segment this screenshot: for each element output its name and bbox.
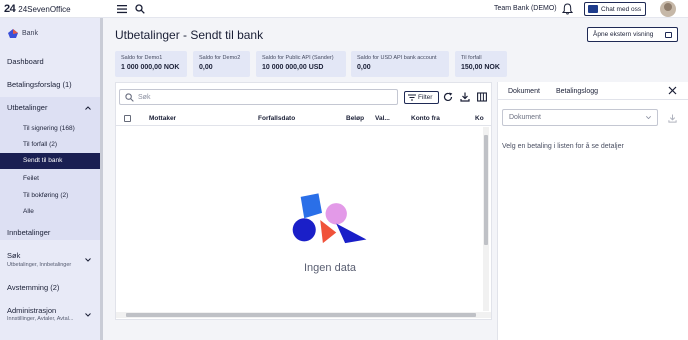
sidebar-caption-administrasjon: Innstillinger, Avtaler, Avtal... [7, 316, 74, 322]
team-name[interactable]: Team Bank (DEMO) [494, 5, 557, 12]
document-select[interactable]: Dokument [502, 109, 658, 126]
sidebar-title-label: Bank [22, 30, 38, 37]
hamburger-menu-icon[interactable] [117, 4, 127, 14]
chevron-down-icon [646, 116, 651, 119]
sidebar-item-betalingsforslag[interactable]: Betalingsforslag (1) [0, 80, 100, 89]
open-external-view-button[interactable]: Åpne ekstern visning [587, 27, 678, 42]
balance-card-value: 150,00 NOK [461, 64, 500, 71]
chevron-up-icon[interactable] [85, 106, 91, 110]
filter-icon [408, 94, 416, 101]
top-bar: 24 24SevenOffice Team Bank (DEMO) Chat m… [0, 0, 688, 18]
balance-card: Til forfall 150,00 NOK [455, 51, 507, 77]
balance-card-label: Saldo for Demo2 [199, 55, 241, 61]
select-all-checkbox[interactable] [124, 115, 131, 122]
sidebar-subitem-til-forfall[interactable]: Til forfall (2) [0, 141, 100, 148]
balance-card-value: 1 000 000,00 NOK [121, 64, 180, 71]
bell-icon[interactable] [562, 3, 573, 15]
balance-card: Saldo for USD API bank account 0,00 [351, 51, 449, 77]
download-icon[interactable] [668, 114, 677, 123]
sidebar-item-label: Utbetalinger [7, 103, 48, 112]
refresh-icon[interactable] [443, 92, 453, 102]
sidebar: Bank Dashboard Betalingsforslag (1) Utbe… [0, 18, 103, 340]
table-header: Mottaker Forfallsdato Beløp Val... Konto… [116, 111, 491, 126]
search-icon[interactable] [135, 4, 145, 14]
column-header-valuta[interactable]: Val... [375, 115, 390, 122]
tab-divider [498, 99, 688, 100]
logo-mark: 24 [4, 3, 16, 15]
search-placeholder: Søk [138, 93, 151, 101]
empty-state-illustration [292, 193, 367, 244]
balance-card: Saldo for Demo1 1 000 000,00 NOK [115, 51, 187, 77]
detail-hint: Velg en betaling i listen for å se detal… [502, 143, 624, 150]
chat-label: Chat med oss [601, 5, 642, 13]
empty-state-text: Ingen data [304, 262, 356, 274]
horizontal-scrollbar[interactable] [116, 312, 491, 318]
search-icon [125, 92, 134, 102]
external-window-icon [665, 31, 672, 38]
close-icon[interactable] [668, 86, 677, 95]
balance-card-label: Saldo for Demo1 [121, 55, 163, 61]
column-header-forfallsdato[interactable]: Forfallsdato [258, 115, 295, 122]
column-header-belop[interactable]: Beløp [346, 115, 364, 122]
sidebar-item-innbetalinger[interactable]: Innbetalinger [0, 228, 100, 237]
scrollbar-thumb[interactable] [126, 313, 476, 317]
sidebar-subitem-alle[interactable]: Alle [0, 208, 100, 215]
filter-label: Filter [418, 94, 433, 101]
balance-card: Saldo for Public API (Sander) 10 000 000… [256, 51, 346, 77]
column-header-konto-fra[interactable]: Konto fra [411, 115, 440, 122]
sidebar-subitem-feilet[interactable]: Feilet [0, 175, 100, 182]
sidebar-item-avstemming[interactable]: Avstemming (2) [0, 283, 100, 292]
chevron-down-icon[interactable] [85, 258, 91, 262]
balance-card: Saldo for Demo2 0,00 [193, 51, 250, 77]
balance-card-label: Saldo for USD API bank account [357, 55, 437, 61]
sidebar-item-dashboard[interactable]: Dashboard [0, 57, 100, 66]
search-input[interactable]: Søk [119, 89, 398, 105]
open-external-label: Åpne ekstern visning [593, 31, 654, 38]
scrollbar-thumb[interactable] [484, 135, 488, 245]
sidebar-title[interactable]: Bank [8, 29, 38, 38]
avatar[interactable] [660, 1, 676, 17]
detail-panel: Dokument Betalingslogg Dokument Velg en … [497, 82, 688, 340]
column-header-mottaker[interactable]: Mottaker [149, 115, 176, 122]
logo-text: 24SevenOffice [18, 4, 71, 14]
balance-card-value: 0,00 [357, 64, 371, 71]
column-header-konto-til[interactable]: Ko [475, 115, 484, 122]
filter-button[interactable]: Filter [404, 91, 439, 104]
sidebar-subitem-til-bokforing[interactable]: Til bokføring (2) [0, 192, 100, 199]
tab-betalingslogg[interactable]: Betalingslogg [556, 88, 598, 99]
balance-card-label: Saldo for Public API (Sander) [262, 55, 334, 61]
page-title: Utbetalinger - Sendt til bank [115, 28, 264, 42]
download-icon[interactable] [460, 92, 470, 102]
chat-button[interactable]: Chat med oss [584, 2, 646, 16]
sidebar-subitem-til-signering[interactable]: Til signering (168) [0, 125, 100, 132]
document-select-value: Dokument [509, 114, 541, 121]
columns-icon[interactable] [477, 92, 487, 102]
sidebar-subitem-sendt-til-bank[interactable]: Sendt til bank [0, 153, 100, 169]
logo[interactable]: 24 24SevenOffice [4, 3, 71, 15]
vertical-scrollbar[interactable] [483, 127, 489, 311]
chat-icon [588, 5, 598, 13]
chevron-down-icon[interactable] [85, 313, 91, 317]
balance-card-value: 0,00 [199, 64, 213, 71]
balance-card-label: Til forfall [461, 55, 482, 61]
sidebar-caption-sok: Utbetalinger, Innbetalinger [7, 262, 72, 268]
balance-card-value: 10 000 000,00 USD [262, 64, 324, 71]
bank-icon [8, 29, 18, 38]
